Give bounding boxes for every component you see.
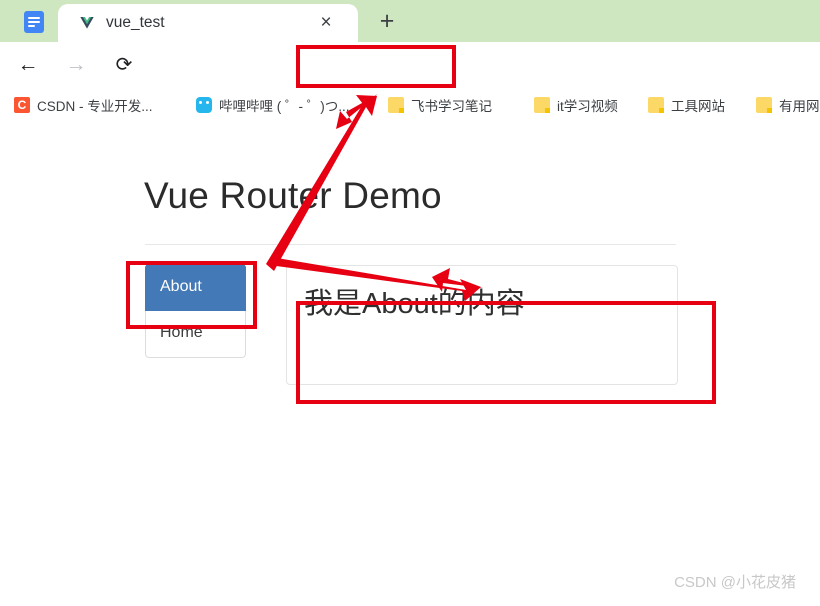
close-icon[interactable]: × [316, 13, 336, 33]
bookmark-label: 工具网站 [671, 99, 725, 114]
bookmark-label: 飞书学习笔记 [411, 99, 492, 114]
divider [145, 244, 676, 245]
tab-title: vue_test [106, 14, 165, 31]
page-title: Vue Router Demo [144, 175, 442, 216]
docs-icon-line [28, 17, 40, 19]
bookmark-item[interactable]: 有用网 [756, 95, 820, 115]
csdn-icon: C [14, 97, 30, 113]
folder-icon [756, 97, 772, 113]
folder-icon [648, 97, 664, 113]
browser-toolbar: ← → ⟳ i localhost:8080/#/about [0, 42, 820, 125]
bookmark-item[interactable]: 工具网站 [648, 95, 725, 115]
page-viewport: Vue Router Demo About Home 我是About的内容 CS… [0, 122, 820, 606]
tab-strip: vue_test × + [0, 0, 820, 42]
folder-icon [388, 97, 404, 113]
bookmark-label: 哔哩哔哩 ( ゜- ゜)つ... [219, 99, 350, 114]
back-icon[interactable]: ← [14, 51, 42, 79]
new-tab-button[interactable]: + [374, 8, 400, 34]
sidebar-item-about[interactable]: About [145, 264, 246, 311]
bookmark-label: 有用网 [779, 99, 820, 114]
bookmark-label: it学习视频 [557, 99, 618, 114]
docs-icon-line [28, 21, 40, 23]
vue-logo-icon [80, 17, 94, 29]
router-view-panel: 我是About的内容 [286, 265, 678, 385]
sidebar-item-home[interactable]: Home [145, 311, 246, 358]
folder-icon [534, 97, 550, 113]
browser-window: vue_test × + ← → ⟳ i localhost:8080/#/ab… [0, 0, 820, 606]
browser-tab[interactable]: vue_test × [58, 4, 358, 42]
bookmark-item[interactable]: it学习视频 [534, 95, 618, 115]
router-nav-list: About Home [145, 264, 246, 358]
forward-icon[interactable]: → [62, 51, 90, 79]
docs-icon-line [28, 25, 35, 27]
bookmark-item[interactable]: 哔哩哔哩 ( ゜- ゜)つ... [196, 95, 350, 115]
bookmark-item[interactable]: 飞书学习笔记 [388, 95, 492, 115]
reload-icon[interactable]: ⟳ [110, 51, 138, 79]
watermark: CSDN @小花皮猪 [674, 574, 796, 591]
bookmarks-bar: C CSDN - 专业开发... 哔哩哔哩 ( ゜- ゜)つ... 飞书学习笔记… [0, 88, 820, 122]
bookmark-item[interactable]: C CSDN - 专业开发... [14, 95, 153, 115]
bilibili-icon [196, 97, 212, 113]
docs-icon[interactable] [24, 11, 44, 33]
router-view-text: 我是About的内容 [304, 288, 525, 320]
bookmark-label: CSDN - 专业开发... [37, 99, 153, 114]
